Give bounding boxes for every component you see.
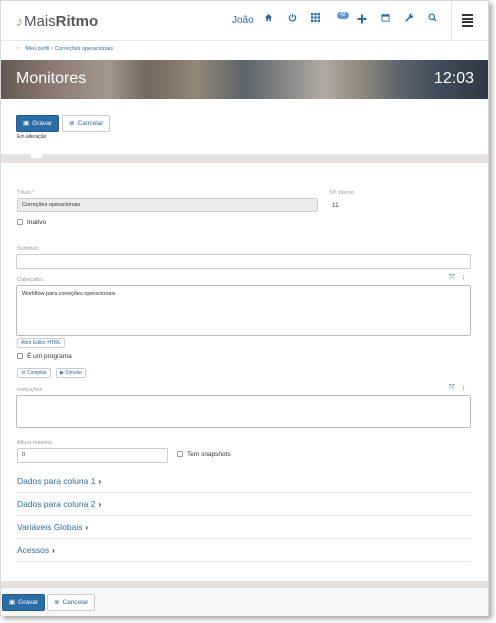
app-window: ♪MaisRitmo João 42 ○ Meu perfil / Correções… xyxy=(0,0,489,616)
user-name-link[interactable]: João xyxy=(232,15,254,26)
page-title: Monitores xyxy=(16,70,87,87)
divider xyxy=(16,561,471,562)
title-field[interactable]: Correções operacionais xyxy=(17,198,318,212)
floppy-icon: ▣ xyxy=(9,599,16,606)
section-divider-band xyxy=(1,154,488,163)
wrench-icon[interactable] xyxy=(402,13,416,27)
divider xyxy=(16,538,471,539)
expand-icon[interactable]: ⤧ xyxy=(449,384,455,392)
section-global-variables-label: Variáveis Globais xyxy=(17,522,83,532)
breadcrumb-item-profile[interactable]: Meu perfil xyxy=(25,46,49,52)
inactive-label: Inativo xyxy=(27,219,47,226)
band-notch xyxy=(31,154,42,158)
section-column-1[interactable]: Dados para coluna 1 › xyxy=(17,476,101,486)
instructions-textarea[interactable] xyxy=(16,395,471,428)
home-icon[interactable] xyxy=(261,13,275,27)
divider xyxy=(16,515,471,516)
open-html-editor-button[interactable]: Abrir Editor HTML xyxy=(17,338,66,348)
section-column-2[interactable]: Dados para coluna 2 › xyxy=(17,499,101,509)
divider xyxy=(16,492,471,493)
cancel-button-label: Cancelar xyxy=(77,120,104,127)
chevron-right-icon: › xyxy=(85,523,89,532)
menu-icon[interactable] xyxy=(462,14,473,27)
section-column-1-label: Dados para coluna 1 xyxy=(17,476,96,486)
circle-icon[interactable]: ○ xyxy=(16,46,19,52)
play-icon: ▶ xyxy=(60,370,64,376)
is-program-checkbox[interactable]: É um programa xyxy=(17,353,72,360)
chevron-right-icon: › xyxy=(98,500,102,509)
snapshots-label: Tem snapshots xyxy=(187,451,231,458)
breadcrumb: ○ Meu perfil / Correções operacionais xyxy=(16,46,113,52)
footer-save-button[interactable]: ▣ Gravar xyxy=(2,594,46,611)
cancel-button[interactable]: ⊗ Cancelar xyxy=(62,115,111,132)
footer-toolbar: ▣ Gravar ⊗ Cancelar xyxy=(1,587,488,616)
section-access[interactable]: Acessos › xyxy=(17,545,55,555)
logo-suffix: Ritmo xyxy=(55,13,99,30)
logo-prefix: Mais xyxy=(24,13,56,30)
footer-cancel-button[interactable]: ⊗ Cancelar xyxy=(47,594,96,611)
footer-cancel-label: Cancelar xyxy=(62,599,89,606)
subtitle-field[interactable] xyxy=(16,254,471,269)
arrow-down-icon[interactable]: ↓ xyxy=(462,384,466,391)
header-label: Cabeçalho xyxy=(17,277,44,283)
section-global-variables[interactable]: Variáveis Globais › xyxy=(17,522,88,532)
floppy-icon: ▣ xyxy=(23,120,30,127)
plus-icon[interactable] xyxy=(355,14,369,28)
save-button-label: Gravar xyxy=(32,120,53,127)
is-program-label: É um programa xyxy=(27,353,72,360)
arrow-down-icon[interactable]: ↓ xyxy=(462,274,466,281)
checkbox-box[interactable] xyxy=(177,451,183,457)
footer-save-label: Gravar xyxy=(18,599,39,606)
music-note-icon: ♪ xyxy=(16,13,23,29)
cancel-circle-icon: ⊗ xyxy=(69,120,75,127)
snapshots-checkbox[interactable]: Tem snapshots xyxy=(177,451,231,458)
apps-grid-icon[interactable] xyxy=(308,13,322,27)
compile-button[interactable]: ⚙ Compilar xyxy=(17,368,51,378)
compile-label: Compilar xyxy=(26,370,47,376)
save-button[interactable]: ▣ Gravar xyxy=(16,115,60,132)
internal-number-label: Nº interno xyxy=(330,190,355,196)
simulate-button[interactable]: ▶ Simular xyxy=(56,368,87,378)
navbar-divider xyxy=(451,1,452,41)
notification-badge[interactable]: 42 xyxy=(337,12,349,19)
checkbox-box[interactable] xyxy=(17,353,23,359)
app-logo[interactable]: ♪MaisRitmo xyxy=(16,13,98,30)
section-column-2-label: Dados para coluna 2 xyxy=(17,499,96,509)
top-navbar: ♪MaisRitmo João 42 xyxy=(1,1,488,41)
breadcrumb-item-current[interactable]: Correções operacionais xyxy=(55,46,113,52)
cancel-circle-icon: ⊗ xyxy=(54,599,60,606)
checkbox-box[interactable] xyxy=(17,219,23,225)
chevron-right-icon: › xyxy=(98,477,102,486)
edit-status: Em alteração xyxy=(17,134,47,140)
subtitle-label: Subtítulo xyxy=(17,246,39,252)
section-access-label: Acessos xyxy=(17,545,50,555)
inactive-checkbox[interactable]: Inativo xyxy=(17,219,46,226)
power-icon[interactable] xyxy=(285,13,299,27)
internal-number-value: 11 xyxy=(332,202,339,209)
max-height-label: Altura máxima xyxy=(17,440,53,446)
expand-icon[interactable]: ⤧ xyxy=(449,274,455,282)
header-textarea[interactable]: Workflow para correções operacionais xyxy=(16,285,471,336)
breadcrumb-separator: / xyxy=(51,46,54,52)
max-height-field[interactable]: 0 xyxy=(17,448,168,463)
calendar-icon[interactable] xyxy=(378,13,392,27)
gear-icon: ⚙ xyxy=(21,370,26,376)
banner-clock: 12:03 xyxy=(434,70,475,87)
chevron-right-icon: › xyxy=(52,546,55,555)
instructions-label: Instruções xyxy=(17,387,43,393)
simulate-label: Simular xyxy=(65,370,83,376)
search-icon[interactable] xyxy=(425,13,439,27)
title-label: Título * xyxy=(17,190,35,196)
